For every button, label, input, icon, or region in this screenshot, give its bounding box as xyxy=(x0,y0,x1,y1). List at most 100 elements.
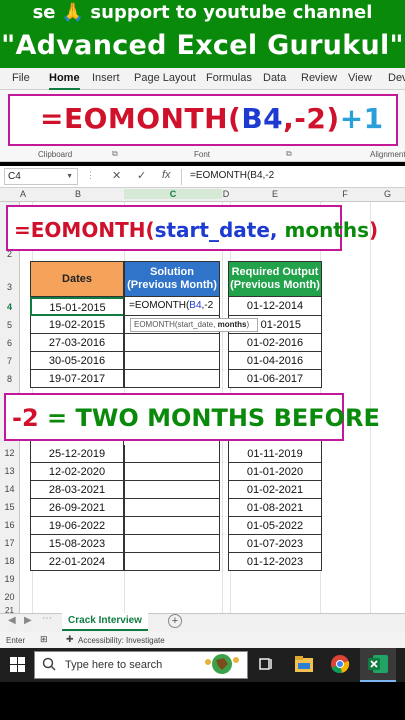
date-cell[interactable]: 26-09-2021 xyxy=(30,499,124,517)
column-header-f[interactable]: F xyxy=(320,189,370,199)
date-cell[interactable]: 25-12-2019 xyxy=(30,445,124,463)
tab-file[interactable]: File xyxy=(12,72,30,84)
column-header-d[interactable]: D xyxy=(222,189,230,199)
output-cell[interactable]: 01-06-2017 xyxy=(228,370,322,388)
insert-function-button[interactable]: fx xyxy=(162,169,171,181)
group-font: Font xyxy=(194,150,211,159)
cancel-button[interactable]: ✕ xyxy=(112,169,121,182)
file-explorer-icon[interactable] xyxy=(294,655,314,673)
column-header-b[interactable]: B xyxy=(32,189,124,199)
solution-cell-editing[interactable]: =EOMONTH(B4,-2 xyxy=(124,297,220,316)
tab-home[interactable]: Home xyxy=(49,72,80,90)
date-cell[interactable]: 19-06-2022 xyxy=(30,517,124,535)
solution-cell[interactable] xyxy=(124,334,220,352)
solution-cell[interactable] xyxy=(124,481,220,499)
row-header[interactable]: 8 xyxy=(0,374,20,386)
name-box-value: C4 xyxy=(8,171,21,182)
output-cell[interactable]: 01-02-2021 xyxy=(228,481,322,499)
tab-review[interactable]: Review xyxy=(301,72,337,84)
row-header[interactable]: 7 xyxy=(0,356,20,368)
date-cell[interactable]: 15-08-2023 xyxy=(30,535,124,553)
row-header[interactable]: 17 xyxy=(0,538,20,550)
output-cell[interactable]: 01-04-2016 xyxy=(228,352,322,370)
tab-data[interactable]: Data xyxy=(263,72,286,84)
divider xyxy=(181,169,182,185)
date-cell[interactable]: 19-02-2015 xyxy=(30,316,124,334)
tab-page-layout[interactable]: Page Layout xyxy=(134,72,196,84)
solution-cell[interactable] xyxy=(124,445,220,463)
next-sheet-icon[interactable]: ▶ xyxy=(24,615,32,626)
dialog-launcher-icon[interactable]: ⧉ xyxy=(286,149,292,159)
row-header[interactable]: 6 xyxy=(0,338,20,350)
row-header[interactable]: 13 xyxy=(0,466,20,478)
chevron-down-icon[interactable]: ▼ xyxy=(66,173,73,180)
add-sheet-icon[interactable]: + xyxy=(168,614,182,628)
solution-cell[interactable] xyxy=(124,463,220,481)
name-box[interactable]: C4 ▼ xyxy=(4,168,78,185)
output-cell[interactable]: 01-01-2020 xyxy=(228,463,322,481)
formula-callout: =EOMONTH(B4,-2)+1 xyxy=(8,94,398,146)
tab-view[interactable]: View xyxy=(348,72,372,84)
date-cell[interactable]: 28-03-2021 xyxy=(30,481,124,499)
more-sheets-icon[interactable]: ⋯ xyxy=(42,613,52,624)
formula-ref: B4 xyxy=(241,102,284,135)
output-cell[interactable]: 01-02-2016 xyxy=(228,334,322,352)
date-cell[interactable]: 30-05-2016 xyxy=(30,352,124,370)
chrome-icon[interactable] xyxy=(330,654,350,674)
date-cell[interactable]: 22-01-2024 xyxy=(30,553,124,571)
enter-button[interactable]: ✓ xyxy=(137,169,146,182)
row-header[interactable]: 20 xyxy=(0,592,20,604)
prev-sheet-icon[interactable]: ◀ xyxy=(8,615,16,626)
sheet-tab-crack-interview[interactable]: Crack Interview xyxy=(62,613,148,631)
column-header-c[interactable]: C xyxy=(124,189,222,199)
solution-cell[interactable] xyxy=(124,352,220,370)
row-header[interactable]: 3 xyxy=(0,282,20,294)
search-icon xyxy=(42,657,56,671)
header-solution-line-2: (Previous Month) xyxy=(127,279,217,291)
row-header[interactable]: 18 xyxy=(0,556,20,568)
output-cell[interactable]: 01-11-2019 xyxy=(228,445,322,463)
column-header-e[interactable]: E xyxy=(230,189,320,199)
column-header-g[interactable]: G xyxy=(370,189,405,199)
output-cell[interactable]: 01-12-2023 xyxy=(228,553,322,571)
row-header[interactable]: 14 xyxy=(0,484,20,496)
macro-record-icon[interactable]: ⊞ xyxy=(40,634,48,645)
date-cell[interactable]: 12-02-2020 xyxy=(30,463,124,481)
task-view-icon[interactable] xyxy=(258,656,274,672)
header-output-line-1: Required Output xyxy=(231,266,319,278)
output-cell[interactable]: 01-12-2014 xyxy=(228,297,322,316)
solution-cell[interactable] xyxy=(124,370,220,388)
tab-formulas[interactable]: Formulas xyxy=(206,72,252,84)
editing-part: ,-2 xyxy=(201,300,214,311)
search-highlight-icon xyxy=(205,654,239,674)
row-header[interactable]: 4 xyxy=(0,302,20,314)
output-cell[interactable]: 01-07-2023 xyxy=(228,535,322,553)
solution-cell[interactable] xyxy=(124,499,220,517)
syntax-arg-start-date: start_date xyxy=(154,218,270,242)
row-header[interactable]: 15 xyxy=(0,502,20,514)
tab-developer[interactable]: Dev xyxy=(388,72,405,84)
header-required-output: Required Output (Previous Month) xyxy=(228,261,322,297)
output-cell[interactable]: 01-08-2021 xyxy=(228,499,322,517)
header-solution-line-1: Solution xyxy=(150,266,194,278)
months-callout: -2 = TWO MONTHS BEFORE xyxy=(4,393,380,441)
row-header[interactable]: 16 xyxy=(0,520,20,532)
output-cell[interactable]: 01-05-2022 xyxy=(228,517,322,535)
group-alignment: Alignment xyxy=(370,150,405,159)
status-bar: Enter ⊞ ✚ Accessibility: Investigate xyxy=(0,632,405,648)
solution-cell[interactable] xyxy=(124,553,220,571)
windows-start-icon[interactable] xyxy=(10,657,25,672)
dialog-launcher-icon[interactable]: ⧉ xyxy=(112,149,118,159)
tab-insert[interactable]: Insert xyxy=(92,72,120,84)
date-cell[interactable]: 27-03-2016 xyxy=(30,334,124,352)
row-header[interactable]: 19 xyxy=(0,574,20,586)
solution-cell[interactable] xyxy=(124,535,220,553)
date-cell[interactable]: 19-07-2017 xyxy=(30,370,124,388)
solution-cell[interactable] xyxy=(124,517,220,535)
date-cell[interactable]: 15-01-2015 xyxy=(30,297,124,316)
row-header[interactable]: 5 xyxy=(0,320,20,332)
row-header[interactable]: 12 xyxy=(0,448,20,460)
accessibility-status[interactable]: Accessibility: Investigate xyxy=(78,636,165,645)
formula-input[interactable]: =EOMONTH(B4,-2 xyxy=(190,170,274,181)
column-header-a[interactable]: A xyxy=(14,189,32,199)
